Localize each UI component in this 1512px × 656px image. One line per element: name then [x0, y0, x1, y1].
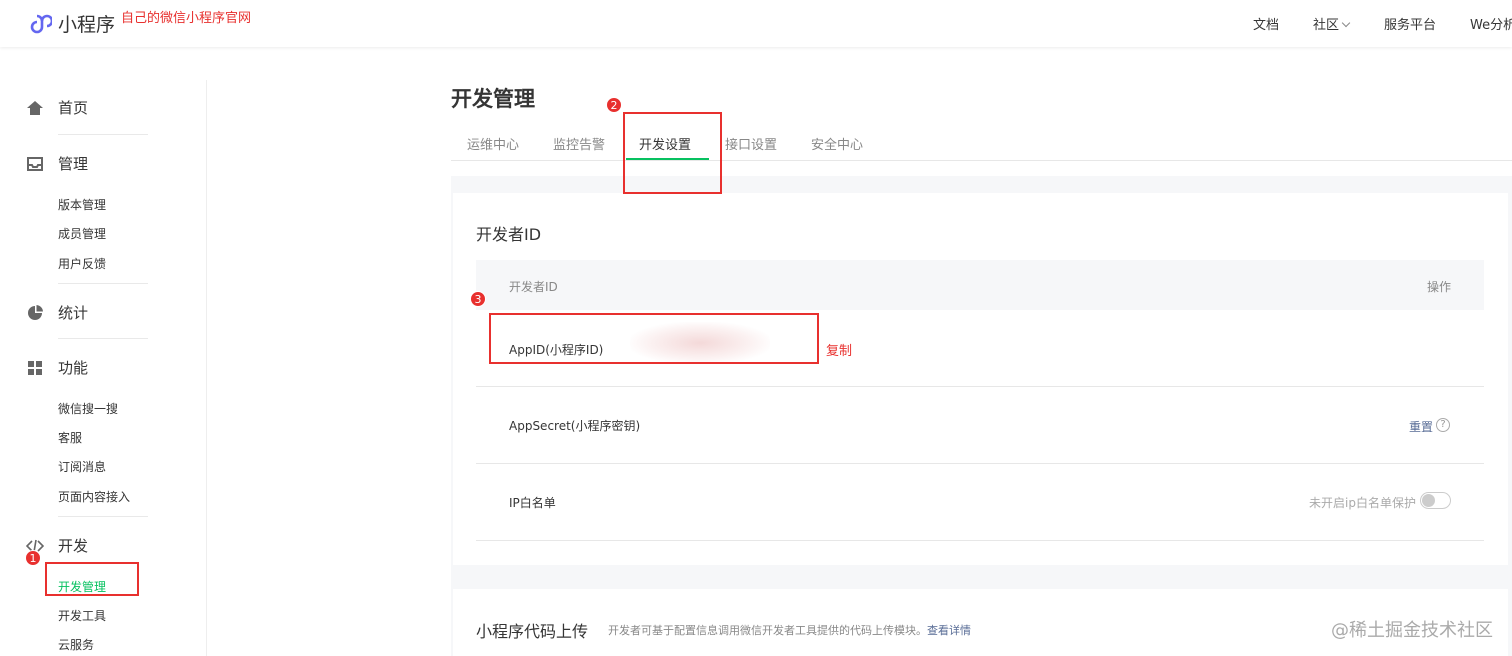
- annotation-number-1: 1: [25, 550, 41, 566]
- ip-whitelist-label: IP白名单: [509, 496, 556, 510]
- sidebar-separator: [58, 338, 148, 339]
- sidebar-item-customer-service[interactable]: 客服: [58, 429, 82, 446]
- chevron-down-icon: [1341, 18, 1351, 28]
- nav-service-platform[interactable]: 服务平台: [1384, 14, 1436, 33]
- annotation-copy-text: 复制: [826, 344, 853, 359]
- ip-whitelist-status: 未开启ip白名单保护: [1309, 496, 1416, 510]
- mini-program-logo-icon: [30, 14, 52, 33]
- tab-security[interactable]: 安全中心: [811, 134, 863, 153]
- watermark: @稀土掘金技术社区: [1331, 620, 1493, 641]
- sidebar-item-feedback[interactable]: 用户反馈: [58, 255, 106, 272]
- annotation-number-2: 2: [606, 97, 622, 113]
- top-header: 小程序 自己的微信小程序官网 文档 社区 服务平台 We分析: [0, 0, 1512, 47]
- sidebar-group-features[interactable]: 功能: [26, 357, 88, 378]
- annotation-box-3: [489, 313, 819, 364]
- inbox-icon: [27, 156, 43, 171]
- reset-secret-link[interactable]: 重置: [1409, 418, 1433, 435]
- table-row-separator: [476, 386, 1484, 387]
- ip-whitelist-toggle[interactable]: [1420, 492, 1451, 509]
- app-name: 小程序: [58, 14, 116, 36]
- sidebar-separator: [58, 134, 148, 135]
- sidebar-item-label: 首页: [58, 99, 89, 117]
- sidebar-divider: [206, 80, 207, 656]
- sidebar-separator: [58, 516, 148, 517]
- code-upload-desc-text: 开发者可基于配置信息调用微信开发者工具提供的代码上传模块。: [608, 624, 927, 637]
- logo[interactable]: 小程序: [28, 10, 115, 37]
- nav-docs[interactable]: 文档: [1253, 14, 1279, 33]
- toggle-knob: [1422, 494, 1435, 507]
- annotation-box-1: [45, 562, 139, 596]
- sidebar-item-version[interactable]: 版本管理: [58, 196, 106, 213]
- sidebar-item-home[interactable]: 首页: [26, 97, 88, 118]
- sidebar-group-stats[interactable]: 统计: [26, 302, 88, 323]
- sidebar-item-wechat-search[interactable]: 微信搜一搜: [58, 400, 118, 417]
- annotation-number-3: 3: [470, 291, 486, 307]
- sidebar-item-members[interactable]: 成员管理: [58, 225, 106, 242]
- pie-chart-icon: [28, 304, 43, 320]
- sidebar-group-label: 管理: [58, 155, 89, 173]
- table-header: [476, 260, 1484, 310]
- help-icon[interactable]: ?: [1436, 418, 1450, 432]
- sidebar-separator: [58, 283, 148, 284]
- tab-api-settings[interactable]: 接口设置: [725, 134, 777, 153]
- column-header-action: 操作: [1427, 280, 1452, 294]
- code-upload-desc: 开发者可基于配置信息调用微信开发者工具提供的代码上传模块。查看详情: [608, 622, 971, 638]
- annotation-box-2: [623, 112, 722, 194]
- nav-community[interactable]: 社区: [1313, 14, 1351, 33]
- sidebar-item-dev-tools[interactable]: 开发工具: [58, 607, 106, 624]
- home-icon: [27, 100, 43, 115]
- annotation-text: 自己的微信小程序官网: [121, 11, 252, 26]
- table-row-separator: [476, 540, 1484, 541]
- sidebar-item-subscription[interactable]: 订阅消息: [58, 458, 106, 475]
- tab-ops-center[interactable]: 运维中心: [467, 134, 519, 153]
- code-upload-title: 小程序代码上传: [476, 622, 589, 641]
- sidebar-group-label: 功能: [58, 359, 89, 377]
- sidebar-group-label: 开发: [58, 537, 89, 555]
- sidebar-item-cloud[interactable]: 云服务: [58, 636, 94, 653]
- view-details-link[interactable]: 查看详情: [927, 624, 971, 637]
- sidebar-group-manage[interactable]: 管理: [26, 153, 88, 174]
- page-title: 开发管理: [451, 87, 535, 111]
- column-header-id: 开发者ID: [509, 280, 558, 294]
- tab-bar: 运维中心 监控告警 开发设置 接口设置 安全中心: [451, 130, 1512, 161]
- sidebar-item-content-access[interactable]: 页面内容接入: [58, 488, 130, 505]
- nav-we-analytics[interactable]: We分析: [1470, 14, 1512, 33]
- card-title: 开发者ID: [476, 225, 542, 244]
- grid-icon: [28, 360, 42, 375]
- sidebar-group-label: 统计: [58, 304, 89, 322]
- appsecret-label: AppSecret(小程序密钥): [509, 419, 641, 433]
- nav-community-label: 社区: [1313, 18, 1340, 33]
- tab-monitoring[interactable]: 监控告警: [553, 134, 605, 153]
- table-row-separator: [476, 463, 1484, 464]
